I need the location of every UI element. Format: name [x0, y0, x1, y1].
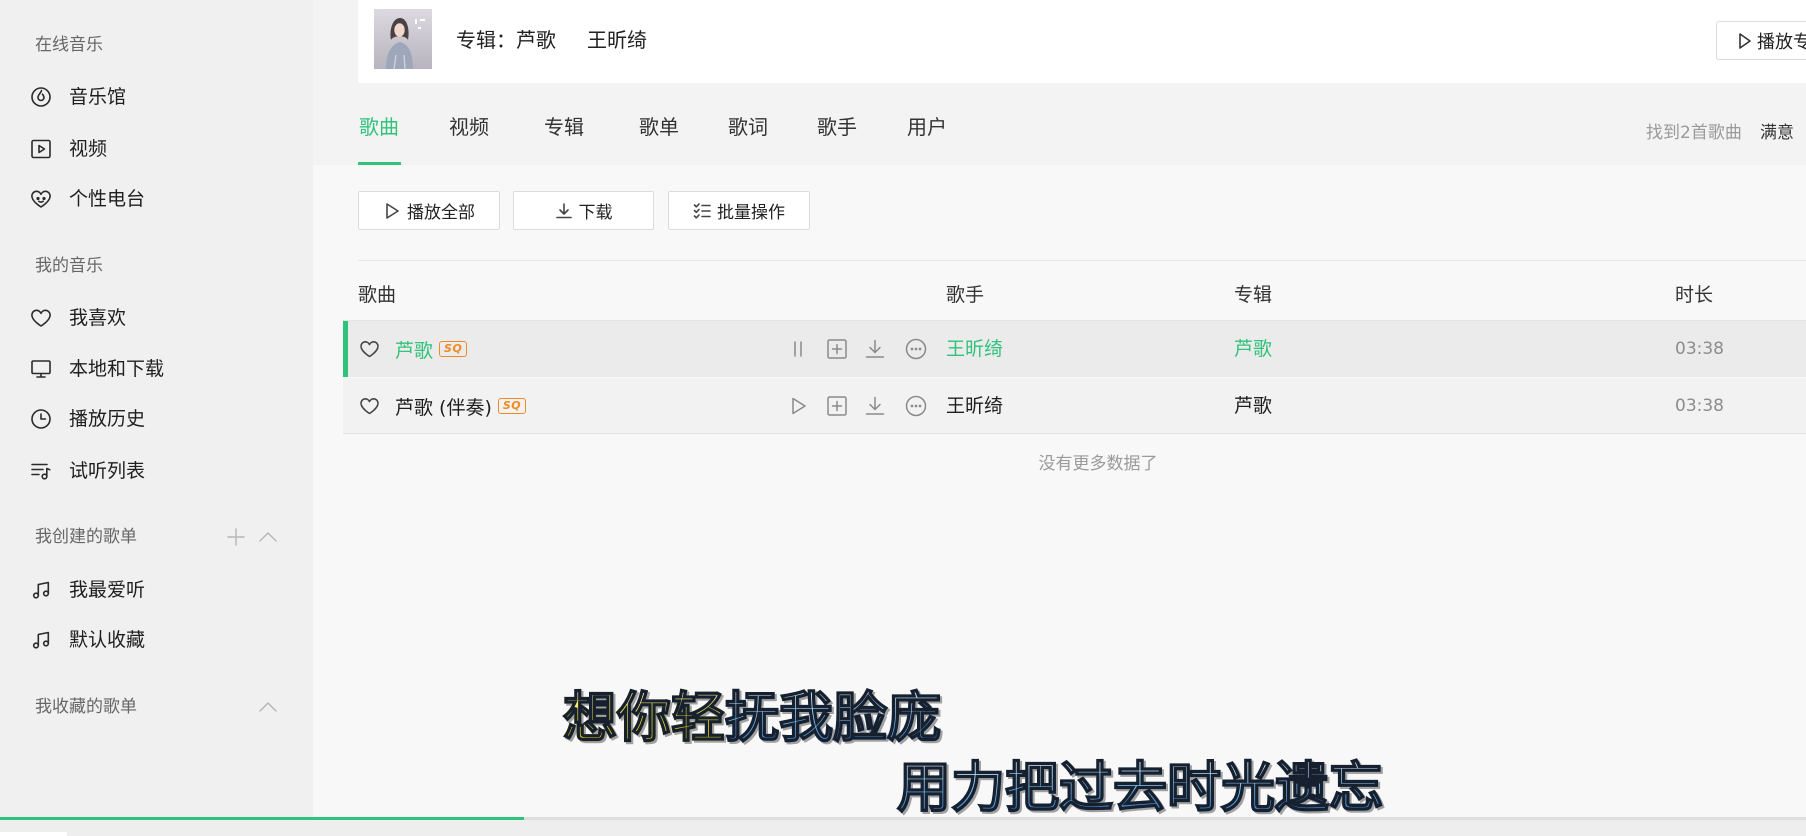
column-header-singer: 歌手: [946, 284, 985, 306]
play-icon: [383, 202, 401, 220]
batch-operation-label: 批量操作: [717, 203, 785, 223]
sidebar-item-playlist-favorite[interactable]: 我最爱听: [0, 570, 313, 610]
tab-albums[interactable]: 专辑: [544, 112, 584, 142]
song-duration: 03:38: [1675, 396, 1724, 416]
add-to-playlist-icon[interactable]: [825, 394, 849, 418]
sidebar-item-label: 音乐馆: [69, 86, 127, 108]
download-icon: [555, 202, 573, 220]
column-header-duration: 时长: [1675, 284, 1714, 306]
tab-users[interactable]: 用户: [907, 112, 947, 142]
sq-quality-badge: SQ: [439, 341, 468, 357]
satisfaction-feedback-link[interactable]: 满意: [1760, 120, 1794, 146]
column-header-song: 歌曲: [358, 284, 397, 306]
tab-songs[interactable]: 歌曲: [359, 112, 399, 142]
more-options-icon[interactable]: [904, 337, 928, 361]
column-header-album: 专辑: [1234, 284, 1273, 306]
sidebar-item-history[interactable]: 播放历史: [0, 399, 313, 439]
download-icon[interactable]: [863, 394, 887, 418]
playlist-icon: [29, 459, 53, 483]
sidebar-item-label: 默认收藏: [69, 629, 146, 651]
lyric-sung-part: 想你轻: [562, 686, 726, 749]
sidebar-item-radio[interactable]: 个性电台: [0, 179, 313, 219]
song-title[interactable]: 芦歌: [395, 336, 433, 363]
like-heart-icon[interactable]: [359, 339, 380, 359]
song-title[interactable]: 芦歌 (伴奏): [395, 393, 492, 420]
lyric-unsung-part: 用力把过去时光遗忘: [896, 756, 1384, 819]
tab-videos[interactable]: 视频: [449, 112, 489, 142]
song-duration: 03:38: [1675, 339, 1724, 359]
singer-link[interactable]: 王昕绮: [946, 321, 1003, 377]
sidebar-item-local-download[interactable]: 本地和下载: [0, 349, 313, 389]
album-singer-link[interactable]: 王昕绮: [587, 28, 647, 52]
radio-icon: [29, 187, 53, 211]
sidebar-item-label: 视频: [69, 138, 108, 160]
sidebar-item-favorites[interactable]: 我喜欢: [0, 298, 313, 338]
table-row[interactable]: 芦歌 SQ 王昕绮 芦歌 03:38: [343, 321, 1806, 377]
content-area: [313, 165, 1806, 817]
album-link[interactable]: 芦歌: [1234, 321, 1272, 377]
lyric-unsung-part: 抚我脸庞: [724, 686, 942, 749]
play-all-label: 播放全部: [407, 203, 475, 223]
sidebar-item-label: 试听列表: [69, 460, 146, 482]
result-count: 找到2首歌曲: [1646, 123, 1742, 143]
sidebar-item-video[interactable]: 视频: [0, 129, 313, 169]
section-title-collected-playlists: 我收藏的歌单: [35, 697, 137, 717]
section-title-online-music: 在线音乐: [35, 35, 103, 55]
batch-list-icon: [693, 202, 711, 220]
sq-quality-badge: SQ: [497, 398, 527, 414]
monitor-icon: [29, 357, 53, 381]
pause-icon[interactable]: [786, 337, 810, 361]
sidebar-item-label: 本地和下载: [69, 358, 165, 380]
add-to-playlist-icon[interactable]: [825, 337, 849, 361]
tab-playlists[interactable]: 歌单: [639, 112, 679, 142]
album-header: 专辑：芦歌 王昕绮 播放专: [358, 0, 1806, 83]
toolbar-divider: [358, 260, 1806, 261]
clock-icon: [29, 407, 53, 431]
singer-link[interactable]: 王昕绮: [946, 378, 1003, 434]
sidebar-item-label: 我喜欢: [69, 307, 127, 329]
sidebar-item-playlist-default[interactable]: 默认收藏: [0, 620, 313, 660]
song-title-cell: 芦歌 (伴奏) SQ: [395, 378, 527, 434]
no-more-data-text: 没有更多数据了: [1038, 454, 1158, 474]
now-playing-indicator: [343, 321, 348, 377]
music-note-icon: [29, 578, 53, 602]
album-title: 专辑：芦歌: [456, 28, 556, 52]
album-cover-image[interactable]: [374, 9, 432, 69]
lyric-line-2: 用力把过去时光遗忘: [896, 756, 1384, 819]
album-link[interactable]: 芦歌: [1234, 378, 1272, 434]
play-all-button[interactable]: 播放全部: [358, 191, 500, 230]
add-playlist-plus-icon[interactable]: [226, 527, 246, 547]
more-options-icon[interactable]: [904, 394, 928, 418]
play-icon[interactable]: [786, 394, 810, 418]
tab-singers[interactable]: 歌手: [817, 112, 857, 142]
sidebar-item-preview-list[interactable]: 试听列表: [0, 451, 313, 491]
music-note-icon: [29, 628, 53, 652]
download-label: 下载: [578, 203, 613, 223]
music-hall-icon: [29, 85, 53, 109]
download-icon[interactable]: [863, 337, 887, 361]
player-cover-strip: [0, 832, 67, 836]
sidebar-item-music-hall[interactable]: 音乐馆: [0, 77, 313, 117]
download-button[interactable]: 下载: [513, 191, 654, 230]
collapse-created-chevron-up-icon[interactable]: [258, 527, 278, 547]
sidebar-item-label: 个性电台: [69, 188, 146, 210]
play-icon: [1737, 32, 1753, 50]
tab-lyrics[interactable]: 歌词: [728, 112, 768, 142]
play-album-button[interactable]: 播放专: [1716, 21, 1806, 60]
section-title-my-music: 我的音乐: [35, 256, 103, 276]
sidebar-item-label: 我最爱听: [69, 579, 146, 601]
video-icon: [29, 137, 53, 161]
like-heart-icon[interactable]: [359, 396, 380, 416]
lyric-line-1: 想你轻抚我脸庞: [562, 686, 942, 749]
batch-operation-button[interactable]: 批量操作: [668, 191, 810, 230]
table-row[interactable]: 芦歌 (伴奏) SQ 王昕绮 芦歌 03:38: [343, 378, 1806, 434]
heart-icon: [29, 306, 53, 330]
section-title-created-playlists: 我创建的歌单: [35, 527, 137, 547]
song-title-cell: 芦歌 SQ: [395, 321, 468, 377]
sidebar: 在线音乐 音乐馆 视频 个性电台 我的音乐 我喜欢 本地和下载 播放历史 试听列…: [0, 0, 313, 817]
play-album-label: 播放专: [1757, 31, 1806, 53]
sidebar-item-label: 播放历史: [69, 408, 146, 430]
player-bar: [0, 820, 1806, 836]
collapse-collected-chevron-up-icon[interactable]: [258, 697, 278, 717]
